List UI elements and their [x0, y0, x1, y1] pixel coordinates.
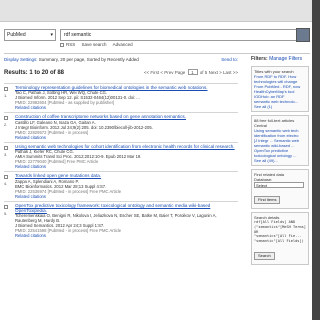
manage-filters-link[interactable]: Manage Filters: [269, 56, 302, 62]
database-select[interactable]: Select: [254, 182, 304, 188]
related-citations-link[interactable]: Related citations: [15, 194, 238, 199]
display-settings-value: Summary, 20 per page, Sorted by Recently…: [38, 57, 139, 62]
result-title[interactable]: OpenTox predictive toxicology framework:…: [15, 203, 238, 214]
top-bar: [0, 0, 320, 22]
list-item: 1. Terminology representation guidelines…: [4, 83, 238, 112]
see-all-link[interactable]: See all (49)...: [254, 158, 306, 163]
related-data-box: Find related data Database: Select Find …: [251, 169, 309, 209]
display-settings-row: Display Settings: Summary, 20 per page, …: [4, 57, 238, 62]
filters-header: Filters: Manage Filters: [251, 56, 309, 63]
pager: << First < Prev Page 1 of 5 Next > Last …: [144, 69, 238, 75]
search-input[interactable]: rdf semantic: [60, 29, 306, 41]
display-settings-label[interactable]: Display Settings:: [4, 57, 38, 62]
result-checkbox[interactable]: [4, 145, 8, 150]
result-authors: Tcheremenskaia O, Benigni R, Nikolova I,…: [15, 213, 217, 224]
search-options: RSS Save search Advanced: [60, 42, 138, 47]
rss-checkbox[interactable]: [60, 42, 64, 47]
next-page-link[interactable]: Next >: [209, 70, 222, 75]
search-details-box: Search details rdf[All Fields] AND ("sem…: [251, 212, 309, 265]
search-details-button[interactable]: Search: [254, 251, 275, 260]
filters-label: Filters:: [251, 56, 268, 62]
result-checkbox[interactable]: [4, 204, 8, 209]
right-sidebar: Filters: Manage Filters Titles with your…: [251, 56, 309, 265]
last-page-link[interactable]: Last >>: [223, 70, 238, 75]
search-details-line: ("semantics"[MeSH Terms] OR: [254, 224, 306, 234]
page-of-label: of 5: [199, 70, 208, 75]
database-select[interactable]: PubMed ▾: [4, 29, 56, 41]
search-row: PubMed ▾ rdf semantic: [4, 28, 310, 42]
result-number: 1.: [4, 93, 8, 98]
free-text-box: 88 free full-text articles Central Using…: [251, 115, 309, 166]
page-number-input[interactable]: 1: [187, 69, 198, 75]
rss-link[interactable]: RSS: [66, 42, 75, 47]
find-items-button[interactable]: Find items: [254, 196, 281, 204]
chevron-down-icon: ▾: [50, 32, 53, 38]
titles-box: Titles with your search From RDF to RDF.…: [251, 66, 309, 112]
advanced-link[interactable]: Advanced: [113, 42, 133, 47]
result-checkbox[interactable]: [4, 175, 8, 180]
result-checkbox[interactable]: [4, 87, 8, 91]
related-citations-link[interactable]: Related citations: [15, 233, 238, 238]
results-count: Results: 1 to 20 of 88: [4, 70, 65, 76]
result-checkbox[interactable]: [4, 116, 8, 121]
result-number: 4.: [4, 181, 8, 187]
list-item: 3. Using semantic web technologies for c…: [4, 141, 238, 171]
list-item: 2. Construction of coffee transcriptome …: [4, 112, 238, 141]
search-button[interactable]: [296, 28, 310, 42]
result-number: 5.: [4, 210, 8, 216]
list-item: 4. Towards linked open gene mutations da…: [4, 171, 238, 200]
save-search-link[interactable]: Save search: [82, 42, 107, 47]
result-number: 2.: [4, 122, 8, 128]
related-citations-link[interactable]: Related citations: [15, 105, 238, 110]
results-header: Results: 1 to 20 of 88 << First < Prev P…: [4, 69, 238, 79]
window-edge: [312, 0, 320, 320]
search-details-line: "semantic"[All Fields]): [254, 239, 304, 244]
related-citations-link[interactable]: Related citations: [15, 164, 238, 169]
result-number: 3.: [4, 151, 8, 157]
list-item: 5. OpenTox predictive toxicology framewo…: [4, 200, 238, 241]
prev-page-link[interactable]: < Prev: [160, 70, 173, 75]
divider: [4, 53, 310, 54]
results-list: 1. Terminology representation guidelines…: [4, 83, 238, 240]
page-label: Page: [174, 70, 186, 75]
send-to-menu[interactable]: Send to:: [221, 57, 238, 62]
first-page-link[interactable]: << First: [144, 70, 159, 75]
related-citations-link[interactable]: Related citations: [15, 135, 238, 140]
database-select-value: PubMed: [7, 32, 26, 38]
see-all-link[interactable]: See all (1): [254, 104, 306, 109]
